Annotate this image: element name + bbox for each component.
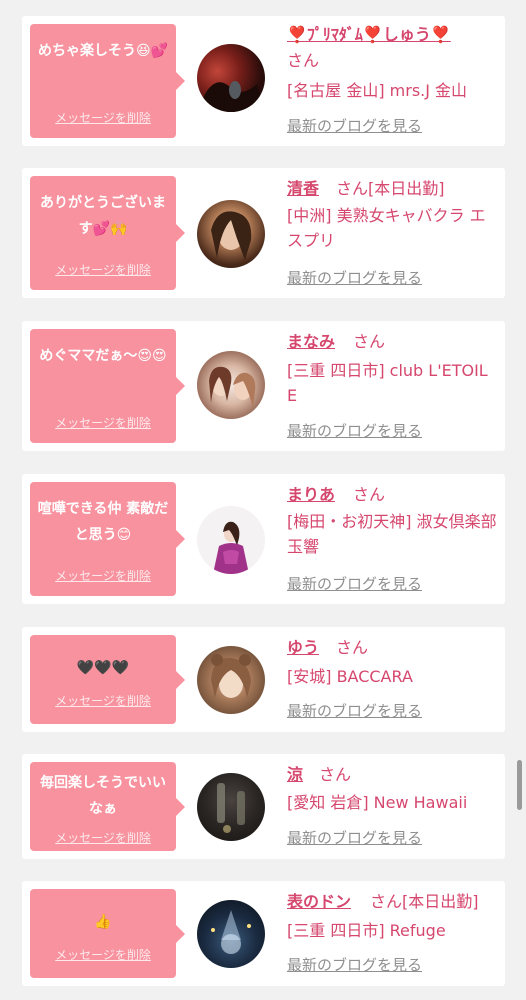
avatar[interactable] — [197, 44, 265, 112]
cast-name-link[interactable]: 表のドン — [287, 891, 351, 913]
latest-blog-link[interactable]: 最新のブログを見る — [287, 701, 422, 721]
delete-message-link[interactable]: メッセージを削除 — [30, 415, 176, 431]
message-bubble: 🖤🖤🖤 メッセージを削除 — [30, 635, 185, 724]
message-card: ありがとうございます💕🙌 メッセージを削除 清香 さん[本日出勤] [中洲] 美… — [22, 168, 505, 298]
san-suffix: さん — [353, 332, 386, 351]
cast-name-link[interactable]: ゆう — [287, 637, 319, 659]
delete-message-link[interactable]: メッセージを削除 — [30, 568, 176, 584]
delete-message-link[interactable]: メッセージを削除 — [30, 693, 176, 709]
avatar-image — [211, 910, 251, 954]
message-card: 喧嘩できる仲 素敵だと思う😊 メッセージを削除 まりあ さん [梅田・お初天神]… — [22, 474, 505, 604]
message-text: 毎回楽しそうでいいなぁ — [40, 775, 166, 817]
message-text: 👍 — [94, 914, 112, 930]
shop-info: [安城] BACCARA — [287, 667, 413, 686]
avatar-image — [213, 521, 249, 574]
latest-blog-link[interactable]: 最新のブログを見る — [287, 116, 422, 136]
avatar[interactable] — [197, 900, 265, 968]
delete-message-link[interactable]: メッセージを削除 — [30, 262, 176, 278]
cast-name-link[interactable]: まりあ — [287, 484, 335, 506]
cast-name-link[interactable]: まなみ — [287, 331, 335, 353]
latest-blog-link[interactable]: 最新のブログを見る — [287, 574, 422, 594]
vertical-scrollbar[interactable] — [517, 760, 522, 810]
message-bubble: ありがとうございます💕🙌 メッセージを削除 — [30, 176, 185, 290]
avatar-image — [209, 366, 256, 407]
avatar[interactable] — [197, 773, 265, 841]
shop-info: [梅田・お初天神] 淑女倶楽部 玉響 — [287, 512, 497, 556]
avatar[interactable] — [197, 506, 265, 574]
latest-blog-link[interactable]: 最新のブログを見る — [287, 955, 422, 975]
delete-message-link[interactable]: メッセージを削除 — [30, 110, 176, 126]
shop-info: [愛知 岩倉] New Hawaii — [287, 793, 468, 812]
message-card: 毎回楽しそうでいいなぁ メッセージを削除 涼 さん [愛知 岩倉] New Ha… — [22, 754, 505, 859]
san-suffix: さん[本日出勤] — [370, 892, 479, 911]
message-text: 喧嘩できる仲 素敵だと思う😊 — [37, 501, 169, 543]
avatar-image — [211, 654, 251, 698]
message-bubble: 👍 メッセージを削除 — [30, 889, 185, 978]
message-card: めちゃ楽しそう😆💕 メッセージを削除 ❣️ﾌﾟﾘﾏﾀﾞﾑ❣️しゅう❣️ さん [… — [22, 16, 505, 146]
avatar-image — [197, 81, 265, 112]
san-suffix: さん — [287, 51, 320, 70]
message-text: 🖤🖤🖤 — [76, 660, 130, 676]
latest-blog-link[interactable]: 最新のブログを見る — [287, 421, 422, 441]
avatar-image — [211, 211, 252, 260]
message-bubble: めぐママだぁ〜😍😍 メッセージを削除 — [30, 329, 185, 443]
latest-blog-link[interactable]: 最新のブログを見る — [287, 828, 422, 848]
san-suffix: さん — [319, 765, 352, 784]
san-suffix: さん — [336, 638, 369, 657]
cast-name-link[interactable]: 清香 — [287, 178, 319, 200]
avatar[interactable] — [197, 351, 265, 419]
cast-name-link[interactable]: ❣️ﾌﾟﾘﾏﾀﾞﾑ❣️しゅう❣️ — [287, 24, 451, 46]
message-bubble: 喧嘩できる仲 素敵だと思う😊 メッセージを削除 — [30, 482, 185, 596]
avatar[interactable] — [197, 646, 265, 714]
latest-blog-link[interactable]: 最新のブログを見る — [287, 268, 422, 288]
delete-message-link[interactable]: メッセージを削除 — [30, 830, 176, 846]
shop-info: [三重 四日市] Refuge — [287, 921, 446, 940]
san-suffix: さん — [353, 485, 386, 504]
delete-message-link[interactable]: メッセージを削除 — [30, 947, 176, 963]
message-bubble: 毎回楽しそうでいいなぁ メッセージを削除 — [30, 762, 185, 851]
message-text: めちゃ楽しそう😆💕 — [37, 43, 169, 59]
message-card: めぐママだぁ〜😍😍 メッセージを削除 まなみ さん [三重 四日市] club … — [22, 321, 505, 451]
san-suffix: さん[本日出勤] — [336, 179, 445, 198]
message-text: ありがとうございます💕🙌 — [40, 195, 166, 237]
avatar[interactable] — [197, 200, 265, 268]
message-card: 👍 メッセージを削除 表のドン さん[本日出勤] [三重 四日市] Refuge… — [22, 881, 505, 986]
message-bubble: めちゃ楽しそう😆💕 メッセージを削除 — [30, 24, 185, 138]
message-card: 🖤🖤🖤 メッセージを削除 ゆう さん [安城] BACCARA 最新のブログを見… — [22, 627, 505, 732]
avatar-image — [217, 783, 245, 833]
cast-name-link[interactable]: 涼 — [287, 764, 303, 786]
shop-info: [三重 四日市] club L'ETOILE — [287, 361, 488, 405]
shop-info: [名古屋 金山] mrs.J 金山 — [287, 81, 468, 100]
shop-info: [中洲] 美熟女キャバクラ エスプリ — [287, 206, 486, 250]
message-text: めぐママだぁ〜😍😍 — [39, 348, 167, 364]
